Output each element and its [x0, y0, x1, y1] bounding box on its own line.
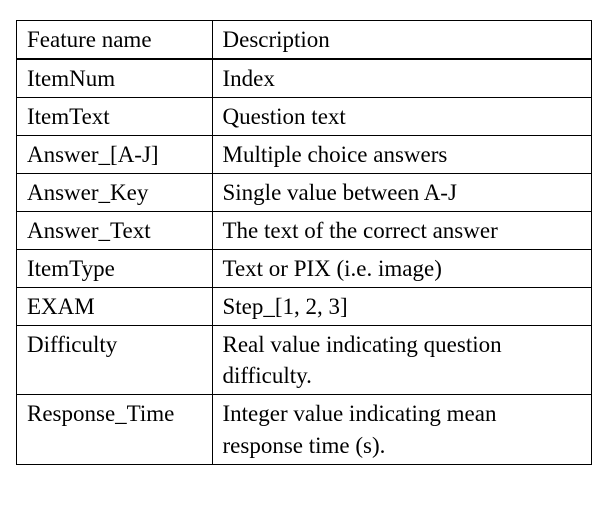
cell-description: Integer value indicating mean response t… [212, 395, 592, 464]
cell-description: Multiple choice answers [212, 136, 592, 174]
cell-feature: Answer_[A-J] [17, 136, 213, 174]
cell-description: Step_[1, 2, 3] [212, 288, 592, 326]
table-row: Answer_[A-J] Multiple choice answers [17, 136, 592, 174]
cell-feature: Answer_Text [17, 212, 213, 250]
table-row: Answer_Key Single value between A-J [17, 174, 592, 212]
cell-feature: EXAM [17, 288, 213, 326]
features-table: Feature name Description ItemNum Index I… [16, 20, 592, 465]
cell-feature: ItemNum [17, 59, 213, 98]
cell-feature: ItemType [17, 250, 213, 288]
table-header-row: Feature name Description [17, 21, 592, 60]
table-row: ItemText Question text [17, 98, 592, 136]
cell-feature: Response_Time [17, 395, 213, 464]
table-row: Answer_Text The text of the correct answ… [17, 212, 592, 250]
header-description: Description [212, 21, 592, 60]
table-row: ItemType Text or PIX (i.e. image) [17, 250, 592, 288]
cell-feature: ItemText [17, 98, 213, 136]
table-row: ItemNum Index [17, 59, 592, 98]
table-row: Response_Time Integer value indicating m… [17, 395, 592, 464]
cell-description: Index [212, 59, 592, 98]
table-row: EXAM Step_[1, 2, 3] [17, 288, 592, 326]
table-row: Difficulty Real value indicating questio… [17, 326, 592, 395]
cell-description: Question text [212, 98, 592, 136]
cell-description: The text of the correct answer [212, 212, 592, 250]
header-feature-name: Feature name [17, 21, 213, 60]
cell-feature: Answer_Key [17, 174, 213, 212]
cell-description: Single value between A-J [212, 174, 592, 212]
cell-description: Text or PIX (i.e. image) [212, 250, 592, 288]
cell-description: Real value indicating question difficult… [212, 326, 592, 395]
cell-feature: Difficulty [17, 326, 213, 395]
